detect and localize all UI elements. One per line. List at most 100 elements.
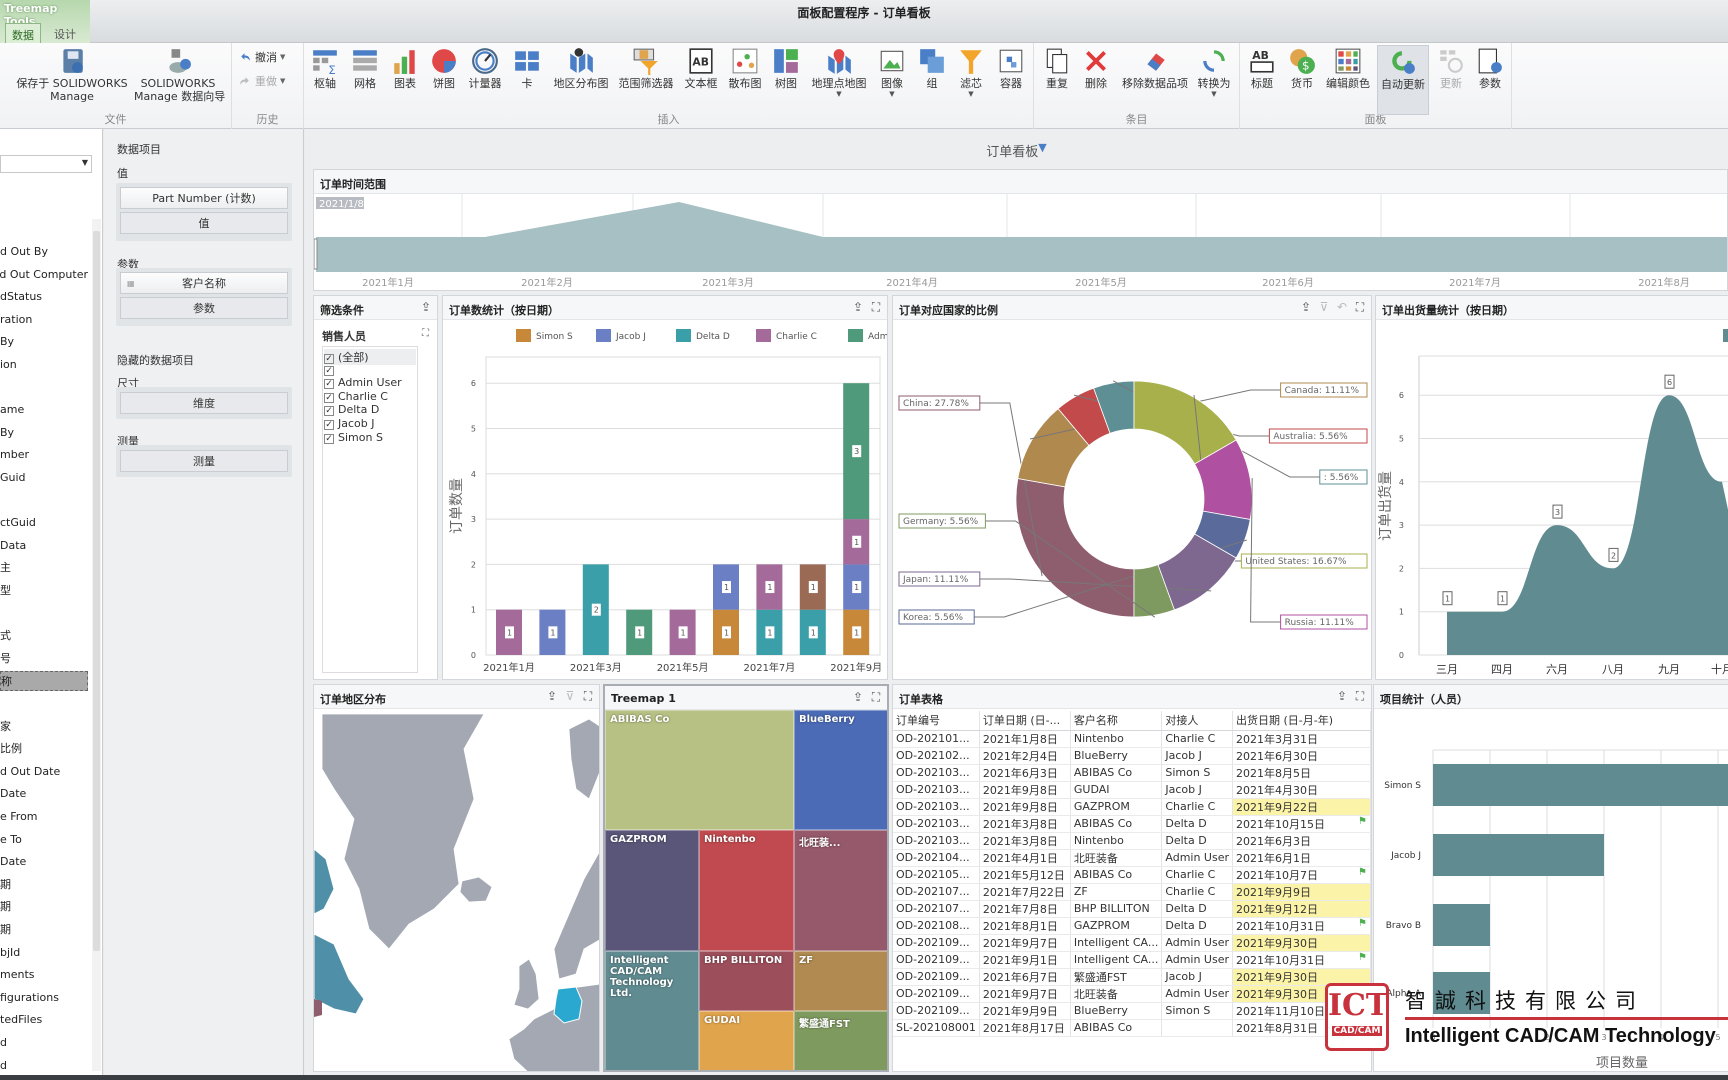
table-row[interactable]: OD-202109... 2021年9月7日 北旺装备 Admin User 2021年…: [893, 985, 1371, 1003]
treemap-tile[interactable]: 北旺装...: [794, 830, 887, 951]
field-list-item[interactable]: d: [0, 1033, 88, 1053]
field-list-item[interactable]: 期: [0, 897, 88, 917]
field-list-item[interactable]: ame: [0, 400, 88, 420]
export-icon[interactable]: ⇪: [1335, 689, 1349, 703]
duplicate-button[interactable]: 重复: [1039, 45, 1075, 115]
range-filter-button[interactable]: 范围筛选器: [615, 45, 678, 115]
field-list-item[interactable]: e To: [0, 830, 88, 850]
field-list-item[interactable]: [0, 491, 88, 511]
filter-checkbox-item[interactable]: ✓ Delta D: [324, 403, 379, 417]
checkbox-icon[interactable]: ✓: [324, 392, 334, 403]
legend-item[interactable]: Jacob J: [596, 329, 646, 342]
filter-icon[interactable]: ▼: [1038, 141, 1046, 154]
treemap-tile[interactable]: ZF: [794, 951, 887, 1011]
treemap-tile[interactable]: BlueBerry: [794, 710, 887, 830]
column-header[interactable]: 出货日期 (日-月-年): [1232, 711, 1371, 731]
treemap-tile[interactable]: Intelligent CAD/CAM Technology Ltd.: [605, 951, 699, 1070]
expand-icon[interactable]: ⛶: [422, 328, 429, 339]
field-list-item[interactable]: 号: [0, 649, 88, 669]
field-list-item[interactable]: [0, 378, 88, 398]
field-list-item[interactable]: Data: [0, 536, 88, 556]
table-row[interactable]: OD-202102... 2021年2月4日 BlueBerry Jacob J 202…: [893, 747, 1371, 765]
legend-item[interactable]: Admin User: [848, 329, 888, 342]
convert-button[interactable]: 转换为 ▼: [1194, 45, 1235, 115]
field-list-item[interactable]: ctGuid: [0, 513, 88, 533]
parameters-button[interactable]: 参数: [1472, 45, 1508, 115]
field-list-item[interactable]: Guid: [0, 468, 88, 488]
column-header[interactable]: 订单编号: [893, 711, 980, 731]
field-list-item[interactable]: d: [0, 1056, 88, 1076]
export-icon[interactable]: ⇪: [419, 300, 433, 314]
treemap-tile[interactable]: ABIBAS Co: [605, 710, 794, 830]
eraser-button[interactable]: 移除数据品项: [1118, 45, 1192, 115]
checkbox-icon[interactable]: ✓: [324, 406, 334, 417]
field-list-item[interactable]: tedFiles: [0, 1010, 88, 1030]
field-list-item[interactable]: [0, 694, 88, 714]
title-button[interactable]: AB 标题: [1244, 45, 1280, 115]
table-row[interactable]: OD-202103... 2021年9月8日 GAZPROM Charlie C 202…: [893, 798, 1371, 816]
filter-checkbox-item[interactable]: ✓ Simon S: [324, 431, 383, 444]
field-list-item[interactable]: 称: [0, 671, 88, 692]
field-list-item[interactable]: ion: [0, 355, 88, 375]
chart-button[interactable]: 图表: [387, 45, 423, 115]
edit-colors-button[interactable]: 编辑颜色: [1322, 45, 1374, 115]
donut-slice[interactable]: [1015, 478, 1135, 618]
filter-checkbox-item[interactable]: ✓ Jacob J: [324, 417, 375, 430]
data-wizard-button[interactable]: SOLIDWORKS Manage 数据向导: [134, 45, 225, 115]
column-header[interactable]: 对接人: [1161, 711, 1234, 731]
field-list-item[interactable]: d Out By: [0, 242, 88, 262]
treemap-tile[interactable]: Nintenbo: [699, 830, 794, 951]
legend-item[interactable]: Charlie C: [756, 329, 817, 342]
legend-item[interactable]: Delta D: [676, 329, 730, 342]
checkbox-icon[interactable]: ✓: [324, 433, 334, 444]
field-list-item[interactable]: 比例: [0, 739, 88, 759]
image-button[interactable]: 图像 ▼: [874, 45, 910, 115]
checkbox-icon[interactable]: ✓: [324, 420, 334, 430]
field-list-item[interactable]: 型: [0, 581, 88, 601]
choropleth-map[interactable]: [314, 709, 600, 1072]
textbox-button[interactable]: AB 文本框: [681, 45, 722, 115]
table-row[interactable]: OD-202107... 2021年7月22日 ZF Charlie C 2021年9月…: [893, 883, 1371, 901]
table-row[interactable]: OD-202107... 2021年7月8日 BHP BILLITON Delta D…: [893, 900, 1371, 918]
fullscreen-icon[interactable]: ⛶: [869, 690, 883, 704]
table-row[interactable]: OD-202103... 2021年3月8日 ABIBAS Co Delta D 202…: [893, 815, 1371, 833]
treemap-tile[interactable]: GAZPROM: [605, 830, 699, 951]
field-list-item[interactable]: e From: [0, 807, 88, 827]
range-handle[interactable]: [314, 238, 318, 270]
measures-placeholder[interactable]: 测量: [120, 450, 288, 472]
field-list-item[interactable]: Date: [0, 852, 88, 872]
filter-button[interactable]: 滤芯 ▼: [953, 45, 989, 115]
field-list-item[interactable]: d Out Computer: [0, 265, 88, 285]
treemap-tile[interactable]: GUDAI: [699, 1011, 794, 1070]
filter-checkbox-item[interactable]: ✓ Charlie C: [324, 390, 388, 403]
table-row[interactable]: OD-202109... 2021年9月7日 Intelligent CA... Ad…: [893, 934, 1371, 952]
range-chart[interactable]: 2021/1/8 2021年1月 2021年2月 2021年3月 2021年4月 2021…: [314, 194, 1728, 291]
param-item-customer[interactable]: ▦ 客户名称: [120, 272, 288, 294]
params-placeholder[interactable]: 参数: [120, 297, 288, 319]
field-list-item[interactable]: 期: [0, 920, 88, 940]
fullscreen-icon[interactable]: ⛶: [581, 689, 595, 703]
field-list-item[interactable]: 期: [0, 875, 88, 895]
table-row[interactable]: OD-202109... 2021年9月9日 BlueBerry Simon S 202…: [893, 1002, 1371, 1020]
field-list-item[interactable]: 式: [0, 626, 88, 646]
field-list-item[interactable]: bjId: [0, 943, 88, 963]
table-row[interactable]: OD-202104... 2021年4月1日 北旺装备 Admin User 2021年…: [893, 849, 1371, 867]
values-placeholder[interactable]: 值: [120, 212, 288, 234]
field-list-item[interactable]: figurations: [0, 988, 88, 1008]
field-list-item[interactable]: d Out Date: [0, 762, 88, 782]
pie-button[interactable]: 饼图: [426, 45, 462, 115]
column-header[interactable]: 客户名称: [1070, 711, 1163, 731]
table-row[interactable]: SL-202108001 2021年8月17日 ABIBAS Co 2021年8月31…: [893, 1019, 1371, 1037]
field-list-item[interactable]: Date: [0, 784, 88, 804]
data-source-dropdown[interactable]: ▼: [0, 155, 92, 173]
table-row[interactable]: OD-202103... 2021年6月3日 ABIBAS Co Simon S 202…: [893, 764, 1371, 782]
save-db-button[interactable]: 保存于 SOLIDWORKS Manage: [12, 45, 132, 115]
table-row[interactable]: OD-202103... 2021年3月8日 Nintenbo Delta D 2021…: [893, 832, 1371, 850]
field-list-item[interactable]: mber: [0, 445, 88, 465]
redo-button[interactable]: 重做 ▼: [238, 73, 285, 89]
checkbox-icon[interactable]: ✓: [324, 379, 334, 390]
update-button[interactable]: 更新: [1433, 45, 1469, 115]
legend-item[interactable]: Simon S: [516, 329, 573, 342]
export-icon[interactable]: ⇪: [545, 689, 559, 703]
checkbox-icon[interactable]: ✓: [324, 365, 334, 376]
